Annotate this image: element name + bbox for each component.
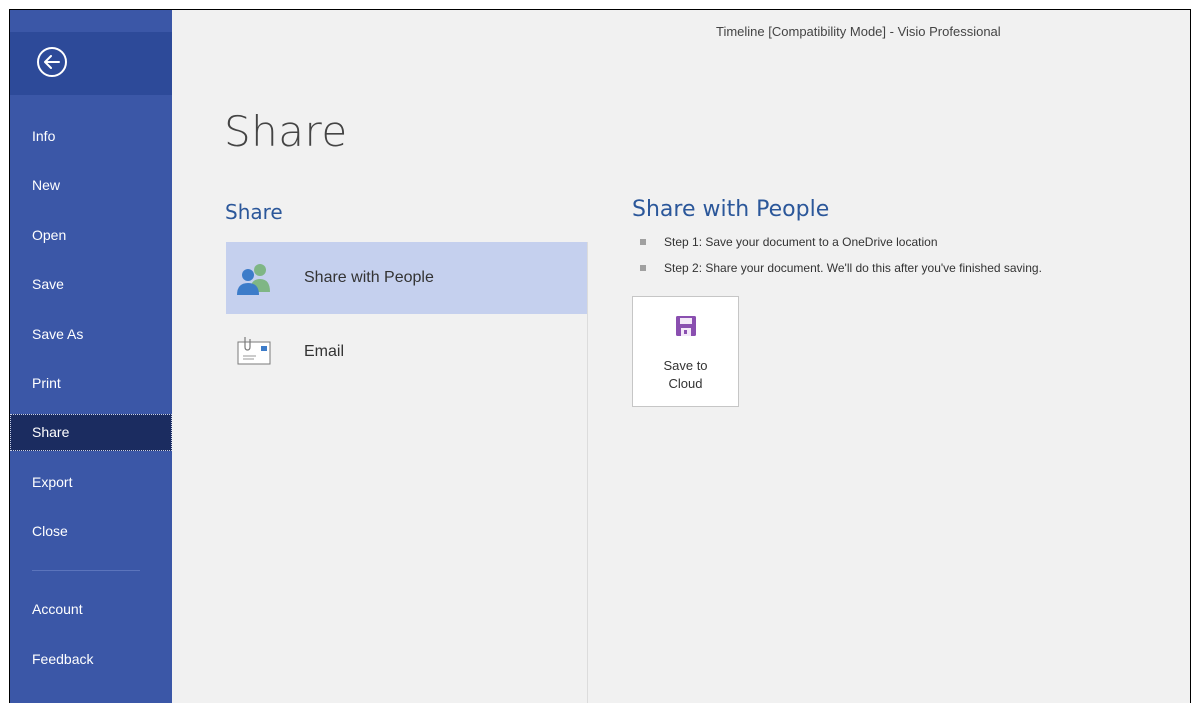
step-2-text: Step 2: Share your document. We'll do th… bbox=[664, 261, 1042, 275]
sidebar-item-close[interactable]: Close bbox=[10, 513, 172, 550]
email-icon bbox=[237, 337, 271, 365]
sidebar-item-save[interactable]: Save bbox=[10, 266, 172, 303]
back-button[interactable] bbox=[37, 47, 67, 77]
backstage-sidebar: Info New Open Save Save As Print Share E… bbox=[10, 10, 172, 703]
page-title: Share bbox=[224, 107, 348, 156]
column-divider bbox=[587, 242, 588, 703]
window-title: Timeline [Compatibility Mode] - Visio Pr… bbox=[716, 24, 1001, 39]
step-2: Step 2: Share your document. We'll do th… bbox=[640, 261, 1042, 275]
arrow-left-icon bbox=[44, 55, 60, 69]
bullet-icon bbox=[640, 265, 646, 271]
sidebar-item-print[interactable]: Print bbox=[10, 365, 172, 402]
bullet-icon bbox=[640, 239, 646, 245]
sidebar-item-new[interactable]: New bbox=[10, 167, 172, 204]
email-label: Email bbox=[304, 343, 345, 360]
share-with-people-label: Share with People bbox=[304, 269, 434, 286]
step-1: Step 1: Save your document to a OneDrive… bbox=[640, 235, 938, 249]
sidebar-item-export[interactable]: Export bbox=[10, 464, 172, 501]
sidebar-item-info[interactable]: Info bbox=[10, 118, 172, 155]
save-to-cloud-label: Save to Cloud bbox=[663, 358, 708, 391]
share-with-people-option[interactable]: Share with People bbox=[226, 242, 587, 314]
sidebar-item-account[interactable]: Account bbox=[10, 591, 172, 628]
sidebar-divider bbox=[32, 570, 140, 571]
save-to-cloud-button[interactable]: Save to Cloud bbox=[632, 296, 739, 407]
sidebar-item-save-as[interactable]: Save As bbox=[10, 316, 172, 353]
share-with-people-heading: Share with People bbox=[632, 197, 830, 222]
backstage-window: Info New Open Save Save As Print Share E… bbox=[9, 9, 1191, 703]
email-option[interactable]: Email bbox=[226, 316, 587, 388]
floppy-disk-icon bbox=[676, 316, 696, 336]
sidebar-item-feedback[interactable]: Feedback bbox=[10, 641, 172, 678]
sidebar-item-open[interactable]: Open bbox=[10, 217, 172, 254]
share-section-heading: Share bbox=[225, 200, 283, 224]
back-area bbox=[10, 32, 172, 95]
step-1-text: Step 1: Save your document to a OneDrive… bbox=[664, 235, 938, 249]
people-icon bbox=[237, 264, 270, 295]
sidebar-item-share[interactable]: Share bbox=[10, 414, 172, 451]
